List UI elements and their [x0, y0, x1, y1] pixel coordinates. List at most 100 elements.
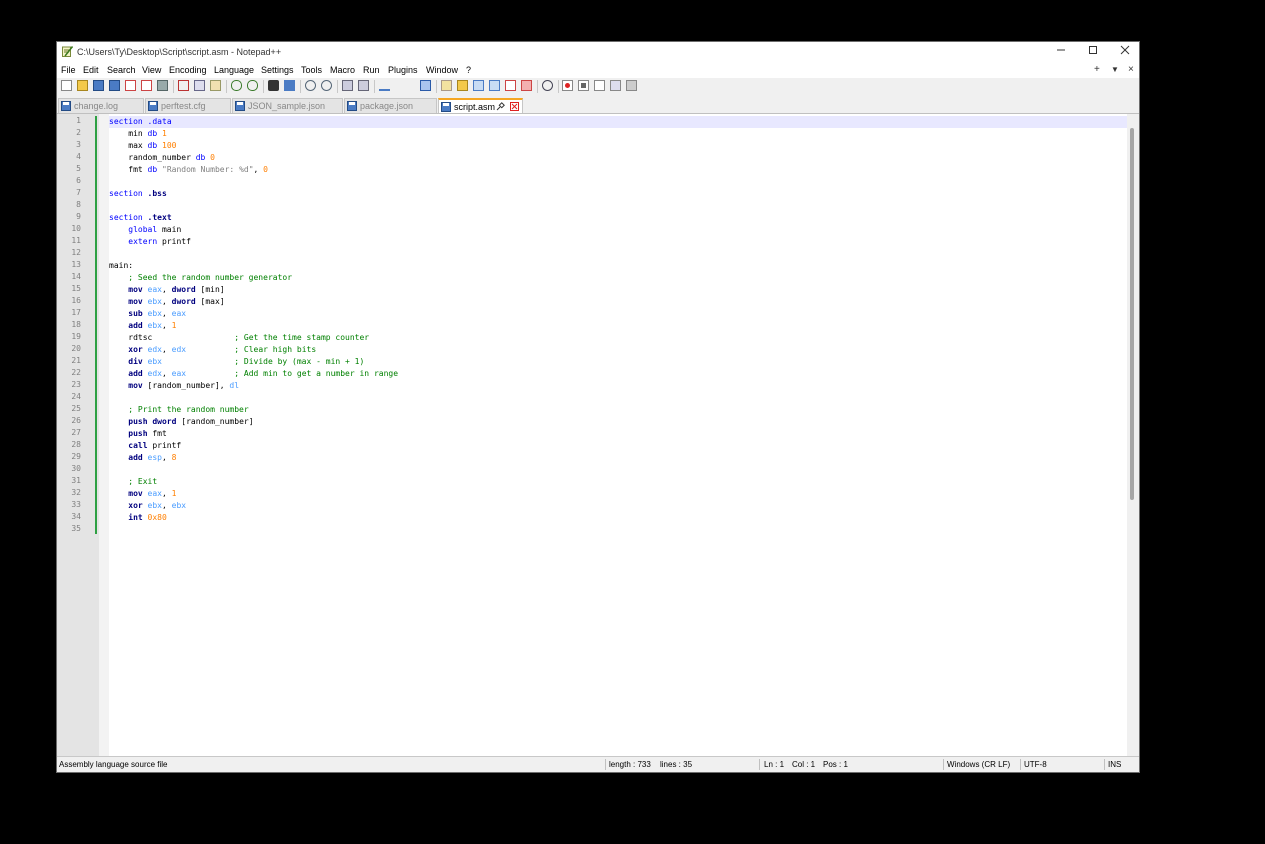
status-eol[interactable]: Windows (CR LF) — [947, 760, 1010, 769]
save-icon[interactable] — [93, 80, 104, 91]
tab-package-json[interactable]: package.json — [344, 98, 437, 113]
tab-close-icon[interactable] — [510, 102, 519, 111]
code-line[interactable]: section .bss — [109, 188, 167, 200]
play-macro-icon[interactable] — [594, 80, 605, 91]
user-defined-language-icon[interactable] — [441, 80, 452, 91]
menu-settings[interactable]: Settings — [261, 65, 294, 75]
menu-language[interactable]: Language — [214, 65, 254, 75]
status-insert-mode[interactable]: INS — [1108, 760, 1121, 769]
code-line[interactable]: mov [random_number], dl — [109, 380, 239, 392]
code-line[interactable]: int 0x80 — [109, 512, 167, 524]
cut-icon[interactable] — [178, 80, 189, 91]
pin-icon[interactable] — [496, 102, 505, 111]
vertical-scrollbar[interactable] — [1127, 114, 1139, 757]
code-line[interactable]: mov eax, dword [min] — [109, 284, 224, 296]
eye-icon[interactable] — [542, 80, 553, 91]
code-line[interactable]: ; Print the random number — [109, 404, 248, 416]
tab-perftest-cfg[interactable]: perftest.cfg — [145, 98, 231, 113]
chevron-down-icon[interactable] — [411, 80, 419, 91]
tab-script-asm[interactable]: script.asm — [438, 98, 523, 113]
run-macro-multiple-icon[interactable] — [610, 80, 621, 91]
scrollbar-thumb[interactable] — [1130, 128, 1134, 500]
code-line[interactable]: section .text — [109, 212, 172, 224]
close-all-icon[interactable] — [141, 80, 152, 91]
line-number: 26 — [71, 416, 81, 425]
zoom-in-icon[interactable] — [305, 80, 316, 91]
sync-horizontal-icon[interactable] — [358, 80, 369, 91]
document-map-icon[interactable] — [457, 80, 468, 91]
minimize-button[interactable] — [1045, 42, 1077, 63]
zoom-out-icon[interactable] — [321, 80, 332, 91]
copy-icon[interactable] — [194, 80, 205, 91]
tab-list-dropdown-icon[interactable]: ▼ — [1111, 65, 1119, 74]
print-icon[interactable] — [157, 80, 168, 91]
document-list-icon[interactable] — [473, 80, 484, 91]
code-line[interactable]: xor ebx, ebx — [109, 500, 186, 512]
find-icon[interactable] — [268, 80, 279, 91]
undo-icon[interactable] — [231, 80, 242, 91]
code-token: , — [162, 309, 172, 318]
code-line[interactable]: push fmt — [109, 428, 167, 440]
code-line[interactable]: add esp, 8 — [109, 452, 176, 464]
code-line[interactable]: push dword [random_number] — [109, 416, 253, 428]
menu-plugins[interactable]: Plugins — [388, 65, 418, 75]
function-list-icon[interactable] — [489, 80, 500, 91]
new-tab-plus-icon[interactable]: + — [1094, 64, 1100, 75]
code-line[interactable]: mov ebx, dword [max] — [109, 296, 224, 308]
close-document-icon[interactable]: × — [1128, 64, 1134, 75]
save-all-icon[interactable] — [109, 80, 120, 91]
code-line[interactable]: ; Exit — [109, 476, 157, 488]
status-encoding[interactable]: UTF-8 — [1024, 760, 1047, 769]
monitoring-icon[interactable] — [521, 80, 532, 91]
word-wrap-icon[interactable] — [379, 80, 390, 91]
code-line[interactable]: rdtsc ; Get the time stamp counter — [109, 332, 369, 344]
folder-as-workspace-icon[interactable] — [505, 80, 516, 91]
line-number: 13 — [71, 260, 81, 269]
code-line[interactable]: random_number db 0 — [109, 152, 215, 164]
replace-icon[interactable] — [284, 80, 295, 91]
tab-json-sample-json[interactable]: JSON_sample.json — [232, 98, 343, 113]
menu-tools[interactable]: Tools — [301, 65, 322, 75]
menu-run[interactable]: Run — [363, 65, 380, 75]
open-file-icon[interactable] — [77, 80, 88, 91]
menu-view[interactable]: View — [142, 65, 161, 75]
save-macro-icon[interactable] — [626, 80, 637, 91]
close-window-button[interactable] — [1109, 42, 1139, 63]
tab-change-log[interactable]: change.log — [58, 98, 144, 113]
code-line[interactable]: section .data — [109, 116, 172, 128]
menu-help[interactable]: ? — [466, 65, 471, 75]
sync-vertical-icon[interactable] — [342, 80, 353, 91]
code-line[interactable]: fmt db "Random Number: %d", 0 — [109, 164, 268, 176]
fold-margin[interactable] — [99, 114, 109, 757]
code-line[interactable]: xor edx, edx ; Clear high bits — [109, 344, 316, 356]
code-line[interactable]: global main — [109, 224, 181, 236]
code-line[interactable]: extern printf — [109, 236, 191, 248]
code-line[interactable]: add edx, eax ; Add min to get a number i… — [109, 368, 398, 380]
code-line[interactable]: ; Seed the random number generator — [109, 272, 292, 284]
code-line[interactable]: main: — [109, 260, 133, 272]
new-file-icon[interactable] — [61, 80, 72, 91]
menu-macro[interactable]: Macro — [330, 65, 355, 75]
menu-search[interactable]: Search — [107, 65, 136, 75]
code-line[interactable]: add ebx, 1 — [109, 320, 176, 332]
show-all-characters-icon[interactable] — [395, 80, 406, 91]
redo-icon[interactable] — [247, 80, 258, 91]
record-macro-icon[interactable] — [562, 80, 573, 91]
code-line[interactable]: mov eax, 1 — [109, 488, 176, 500]
paste-icon[interactable] — [210, 80, 221, 91]
menu-file[interactable]: File — [61, 65, 76, 75]
menu-edit[interactable]: Edit — [83, 65, 99, 75]
code-editor[interactable]: 1 2 3 4 5 6 7 8 9 10 11 12 13 14 15 16 17 18 19 20 21 22 23 24 2… — [57, 114, 1139, 757]
menu-encoding[interactable]: Encoding — [169, 65, 207, 75]
code-line[interactable]: min db 1 — [109, 128, 167, 140]
code-text-area[interactable]: section .data min db 1 max db 100 random… — [109, 114, 1129, 757]
code-line[interactable]: max db 100 — [109, 140, 176, 152]
code-line[interactable]: call printf — [109, 440, 181, 452]
stop-macro-icon[interactable] — [578, 80, 589, 91]
indent-guide-icon[interactable] — [420, 80, 431, 91]
close-file-icon[interactable] — [125, 80, 136, 91]
code-line[interactable]: div ebx ; Divide by (max - min + 1) — [109, 356, 364, 368]
maximize-button[interactable] — [1077, 42, 1109, 63]
code-line[interactable]: sub ebx, eax — [109, 308, 186, 320]
menu-window[interactable]: Window — [426, 65, 458, 75]
